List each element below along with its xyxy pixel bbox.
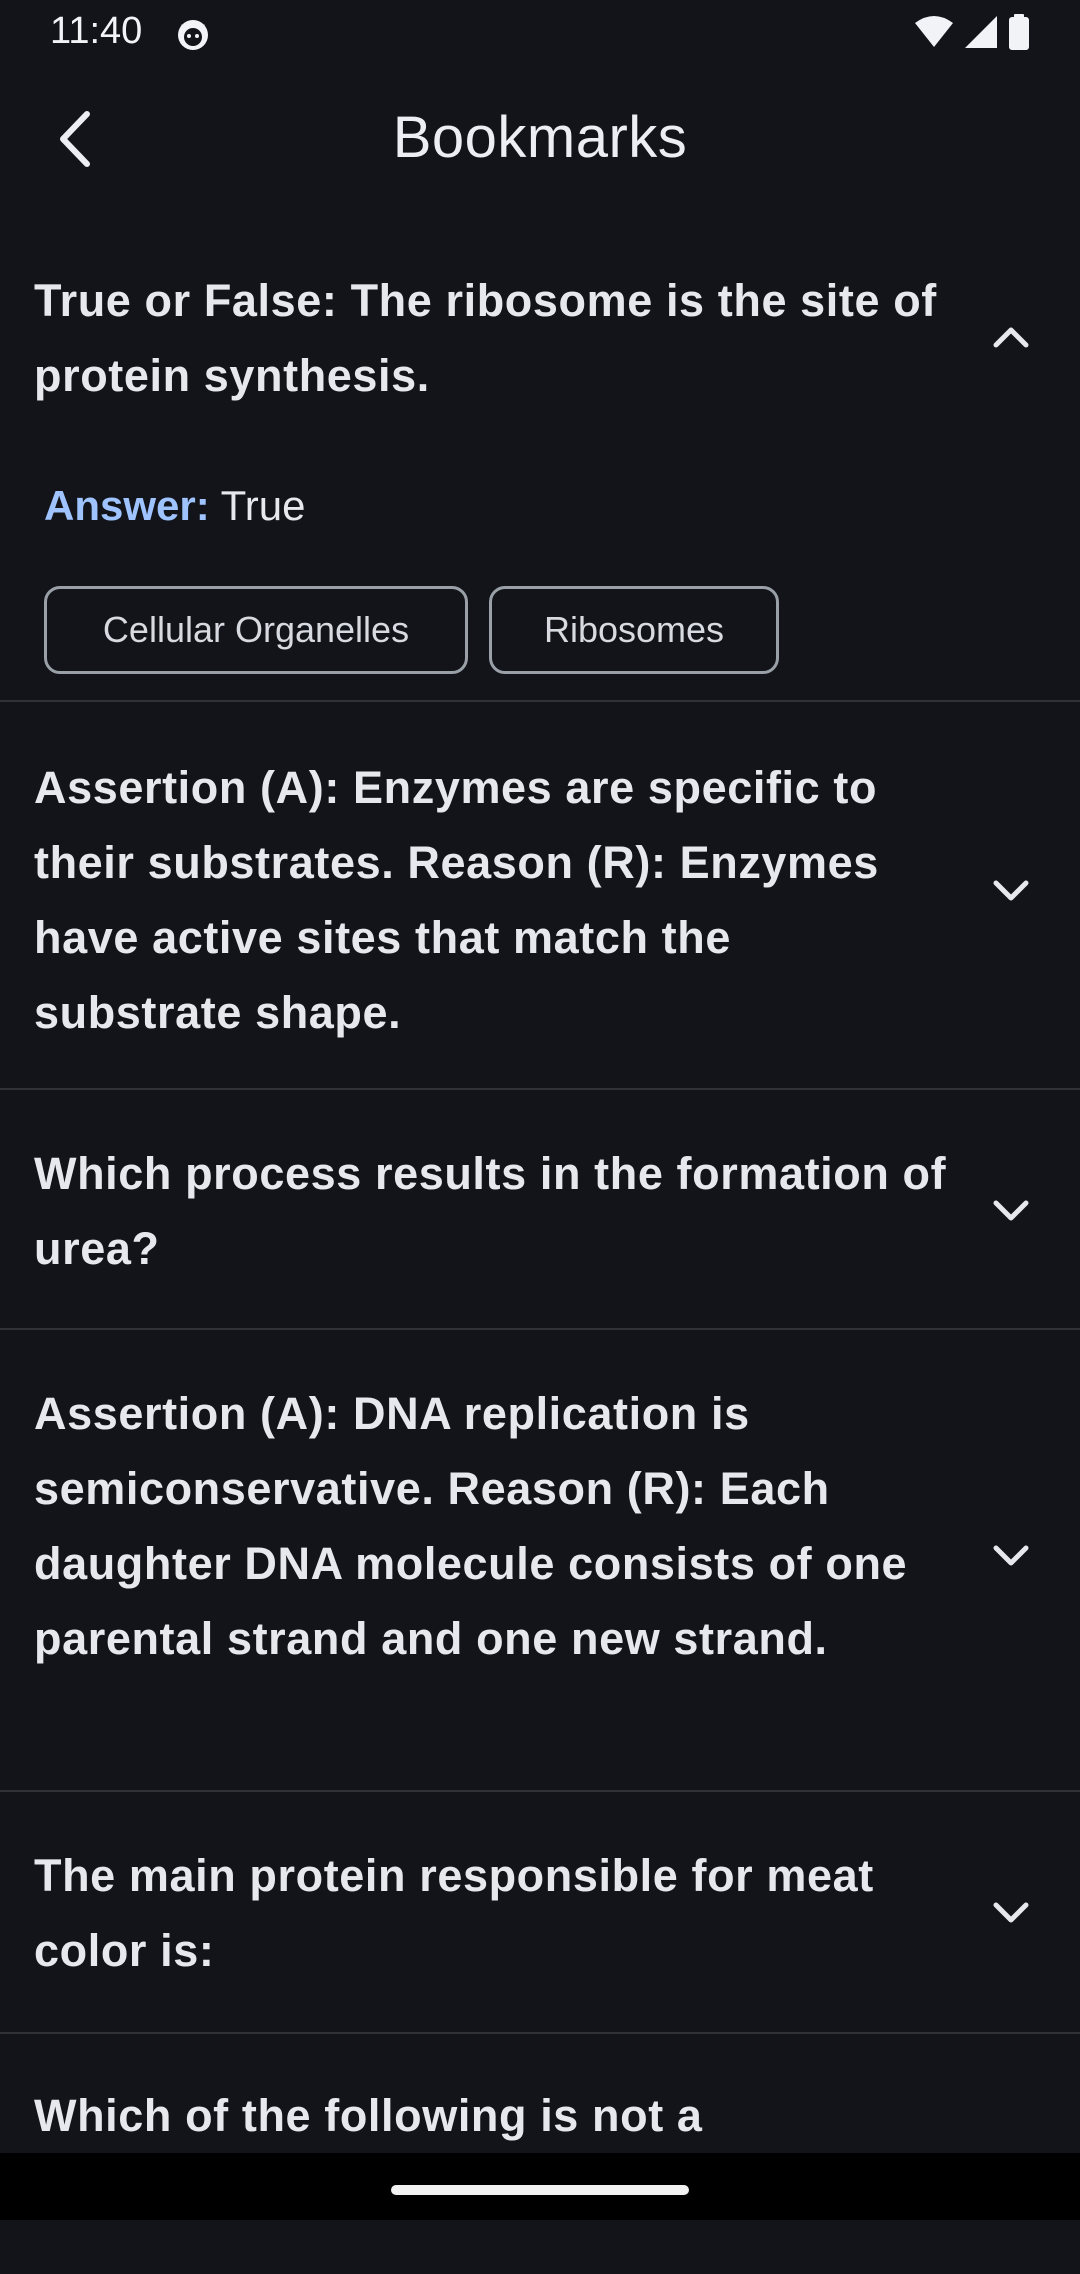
chevron-down-icon[interactable]: [986, 1531, 1036, 1581]
question-text: Assertion (A): Enzymes are specific to t…: [34, 762, 879, 1038]
battery-icon: [1008, 14, 1030, 55]
wifi-icon: [914, 15, 954, 54]
question-text: Assertion (A): DNA replication is semico…: [34, 1388, 908, 1664]
bookmark-item: Assertion (A): Enzymes are specific to t…: [0, 702, 1080, 1090]
bookmark-item-header[interactable]: True or False: The ribosome is the site …: [0, 232, 1080, 413]
cellular-signal-icon: [964, 15, 998, 54]
bookmark-item-header[interactable]: Which process results in the formation o…: [0, 1090, 1080, 1286]
tag-chip-ribosomes[interactable]: Ribosomes: [489, 586, 779, 674]
question-text: Which of the following is not a: [34, 2090, 703, 2141]
bookmark-item: Which process results in the formation o…: [0, 1090, 1080, 1330]
page-title: Bookmarks: [392, 105, 688, 170]
system-navigation-bar: [0, 2153, 1080, 2220]
question-text: True or False: The ribosome is the site …: [34, 275, 937, 401]
chevron-up-icon[interactable]: [986, 312, 1036, 362]
bookmark-list: True or False: The ribosome is the site …: [0, 232, 1080, 2274]
app-notification-icon: [175, 16, 211, 57]
bookmark-item: Assertion (A): DNA replication is semico…: [0, 1330, 1080, 1792]
bookmark-item-header[interactable]: Assertion (A): DNA replication is semico…: [0, 1330, 1080, 1676]
answer-value: True: [220, 482, 306, 529]
question-text: Which process results in the formation o…: [34, 1148, 947, 1274]
app-bar: Bookmarks: [0, 66, 1080, 216]
status-bar: 11:40: [0, 0, 1080, 66]
bookmark-item: The main protein responsible for meat co…: [0, 1792, 1080, 2034]
bookmark-item: True or False: The ribosome is the site …: [0, 232, 1080, 702]
answer-line: Answer: True: [44, 482, 305, 530]
bookmark-item-header[interactable]: Which of the following is not a: [0, 2034, 1080, 2189]
tag-chip-label: Ribosomes: [543, 609, 725, 650]
tag-chip-label: Cellular Organelles: [102, 609, 410, 650]
home-gesture-handle[interactable]: [391, 2185, 689, 2195]
bookmark-item-header[interactable]: Assertion (A): Enzymes are specific to t…: [0, 702, 1080, 1050]
bookmark-item-header[interactable]: The main protein responsible for meat co…: [0, 1792, 1080, 1988]
answer-label: Answer:: [44, 482, 210, 529]
question-text: The main protein responsible for meat co…: [34, 1850, 874, 1976]
chevron-down-icon[interactable]: [986, 866, 1036, 916]
chevron-down-icon[interactable]: [986, 1888, 1036, 1938]
status-time: 11:40: [50, 10, 143, 52]
chevron-down-icon[interactable]: [986, 1186, 1036, 1236]
tag-chip-cellular-organelles[interactable]: Cellular Organelles: [44, 586, 468, 674]
